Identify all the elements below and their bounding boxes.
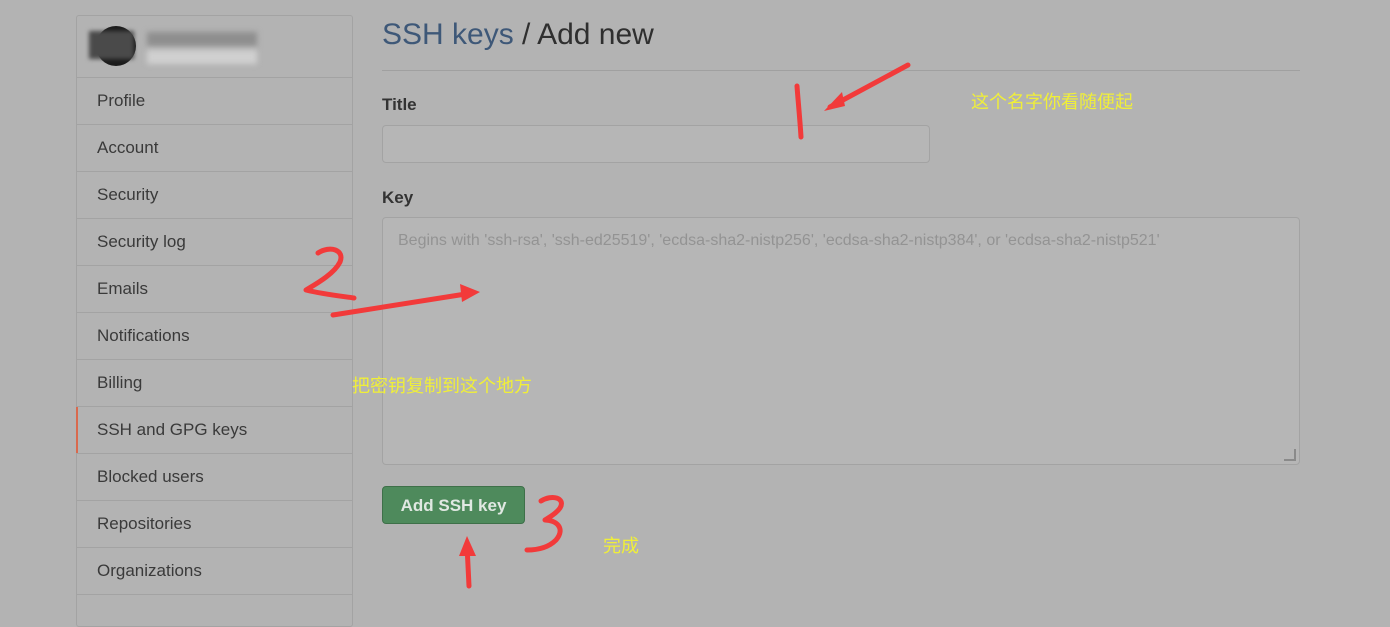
header-divider (382, 70, 1300, 71)
arrow-3-head (459, 536, 476, 556)
arrow-1-head (824, 92, 845, 111)
profile-header[interactable] (77, 16, 352, 78)
key-label: Key (382, 188, 414, 207)
arrow-1-mark (827, 62, 911, 110)
annotation-title-note: 这个名字你看随便起 (971, 92, 1133, 113)
personal-settings-redacted (147, 50, 257, 64)
sidebar-item-emails[interactable]: Emails (77, 266, 352, 313)
breadcrumb-separator: / (513, 18, 538, 51)
sidebar-item-notifications[interactable]: Notifications (77, 313, 352, 360)
page-title: SSH keys / Add new (382, 18, 654, 52)
sidebar-item-profile[interactable]: Profile (77, 78, 352, 125)
sidebar-item-blocked-users[interactable]: Blocked users (77, 454, 352, 501)
title-input[interactable] (382, 125, 930, 163)
annotation-key-note: 把密钥复制到这个地方 (352, 376, 532, 397)
arrow-3-mark (464, 542, 472, 589)
breadcrumb-ssh-keys-link[interactable]: SSH keys (382, 18, 514, 51)
sidebar-item-security[interactable]: Security (77, 172, 352, 219)
annotation-done-note: 完成 (603, 536, 639, 557)
sidebar-item-security-log[interactable]: Security log (77, 219, 352, 266)
title-label: Title (382, 95, 417, 114)
breadcrumb-current: Add new (537, 18, 654, 51)
sidebar-item-account[interactable]: Account (77, 125, 352, 172)
digit-3-mark (524, 495, 564, 553)
avatar-blur (89, 31, 134, 59)
sidebar-item-repositories[interactable]: Repositories (77, 501, 352, 548)
sidebar-item-ssh-gpg-keys[interactable]: SSH and GPG keys (76, 407, 352, 454)
username-redacted (147, 32, 257, 46)
settings-sidebar: Profile Account Security Security log Em… (76, 15, 353, 627)
key-placeholder: Begins with 'ssh-rsa', 'ssh-ed25519', 'e… (398, 232, 1160, 249)
sidebar-item-organizations[interactable]: Organizations (77, 548, 352, 595)
add-ssh-key-button[interactable]: Add SSH key (382, 486, 525, 524)
resize-grip-icon[interactable] (1284, 449, 1296, 461)
sidebar-item-billing[interactable]: Billing (77, 360, 352, 407)
key-textarea[interactable]: Begins with 'ssh-rsa', 'ssh-ed25519', 'e… (382, 217, 1300, 465)
